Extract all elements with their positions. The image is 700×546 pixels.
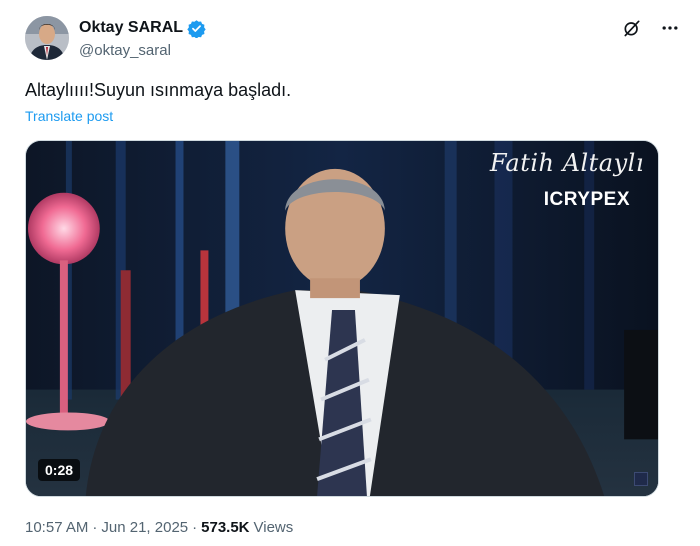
author-display-name[interactable]: Oktay SARAL — [79, 18, 183, 38]
views-label: Views — [253, 519, 294, 536]
translate-post-link[interactable]: Translate post — [25, 108, 113, 124]
grok-icon[interactable] — [622, 18, 642, 38]
tweet-text: Altaylıııı!Suyun ısınmaya başladı. — [25, 80, 292, 100]
avatar[interactable] — [25, 16, 69, 60]
tweet-date[interactable]: Jun 21, 2025 — [101, 518, 188, 538]
header-actions — [622, 18, 680, 38]
meta-separator-2: · — [192, 519, 198, 536]
verified-badge-icon — [187, 19, 206, 39]
watermark-name: Fatih Altaylı — [489, 149, 644, 177]
channel-logo-icon — [634, 472, 648, 486]
more-options-icon[interactable] — [660, 18, 680, 38]
views-count[interactable]: 573.5K — [201, 518, 249, 538]
tweet-header: Oktay SARAL @oktay_saral — [25, 13, 680, 63]
author-handle[interactable]: @oktay_saral — [79, 41, 206, 61]
tweet-meta: 10:57 AM · Jun 21, 2025 · 573.5K Views — [25, 518, 293, 538]
tweet-time[interactable]: 10:57 AM — [25, 518, 88, 538]
video-duration-badge: 0:28 — [38, 459, 81, 481]
author-block: Oktay SARAL @oktay_saral — [79, 18, 206, 61]
meta-separator: · — [92, 519, 98, 536]
watermark-brand: ICRYPEX — [543, 189, 630, 210]
video-player[interactable]: Fatih Altaylı ICRYPEX 0:28 — [25, 140, 659, 497]
